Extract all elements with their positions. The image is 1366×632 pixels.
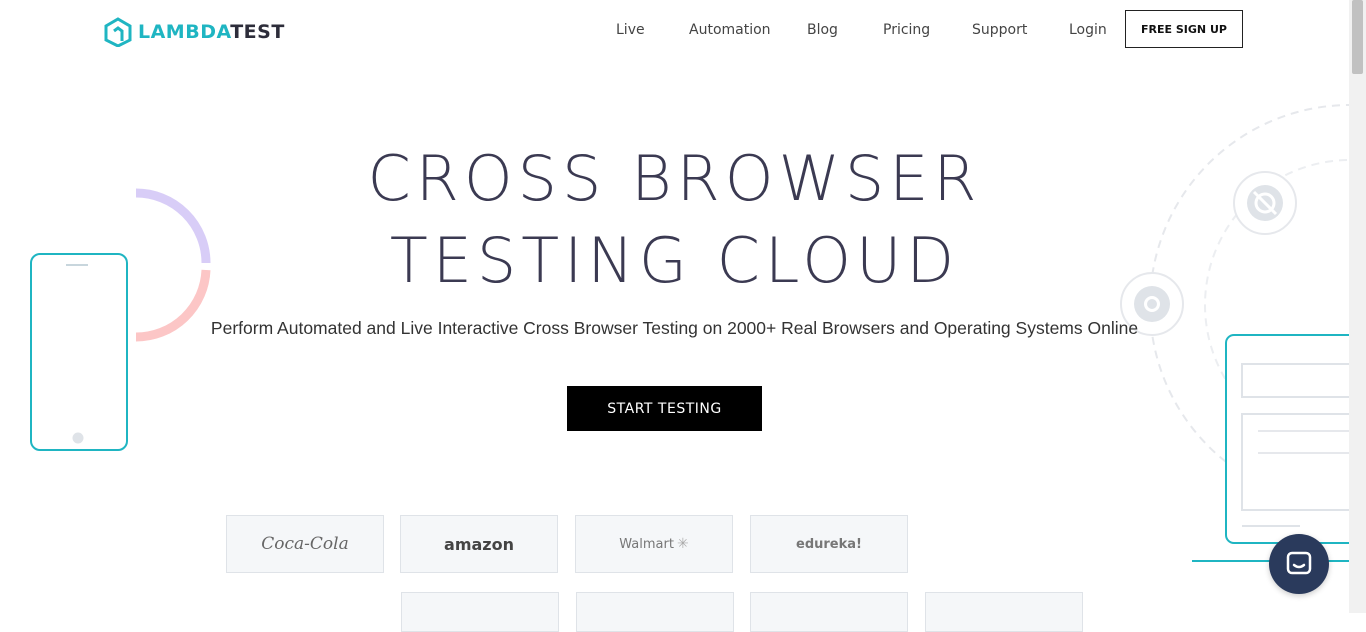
brand-coca-cola: Coca-Cola [226, 515, 384, 573]
logo-text-lambda: LAMBDA [138, 21, 231, 43]
nav-live[interactable]: Live [616, 22, 645, 38]
walmart-spark-icon: ✳ [676, 536, 689, 552]
chat-icon [1286, 551, 1312, 575]
brand-walmart: Walmart ✳ [575, 515, 733, 573]
brand-name: edureka! [796, 536, 862, 552]
hero-title-line1: CROSS BROWSER [367, 142, 982, 215]
nav-automation[interactable]: Automation [689, 22, 771, 38]
nav-pricing[interactable]: Pricing [883, 22, 930, 38]
page-scrollbar[interactable] [1349, 0, 1366, 613]
brand-name: Coca-Cola [261, 534, 349, 554]
nav-blog[interactable]: Blog [807, 22, 838, 38]
hero-title-line2: TESTING CLOUD [389, 224, 960, 297]
brand-name: amazon [444, 534, 514, 554]
logo-icon [104, 17, 132, 47]
hero-subtitle: Perform Automated and Live Interactive C… [210, 318, 1139, 338]
brand-edureka: edureka! [750, 515, 908, 573]
brand-name: Walmart [619, 536, 674, 552]
chat-button[interactable] [1269, 534, 1329, 594]
logo-text-test: TEST [230, 21, 285, 43]
lambdatest-logo[interactable]: LAMBDATEST [104, 17, 285, 47]
brand-box [576, 592, 734, 632]
brand-box [925, 592, 1083, 632]
brand-amazon: amazon [400, 515, 558, 573]
nav-login[interactable]: Login [1069, 22, 1107, 38]
brand-box [750, 592, 908, 632]
free-sign-up-button[interactable]: FREE SIGN UP [1125, 10, 1243, 48]
start-testing-button[interactable]: START TESTING [567, 386, 762, 431]
brand-box [401, 592, 559, 632]
scrollbar-thumb[interactable] [1352, 0, 1363, 74]
nav-support[interactable]: Support [972, 22, 1027, 38]
